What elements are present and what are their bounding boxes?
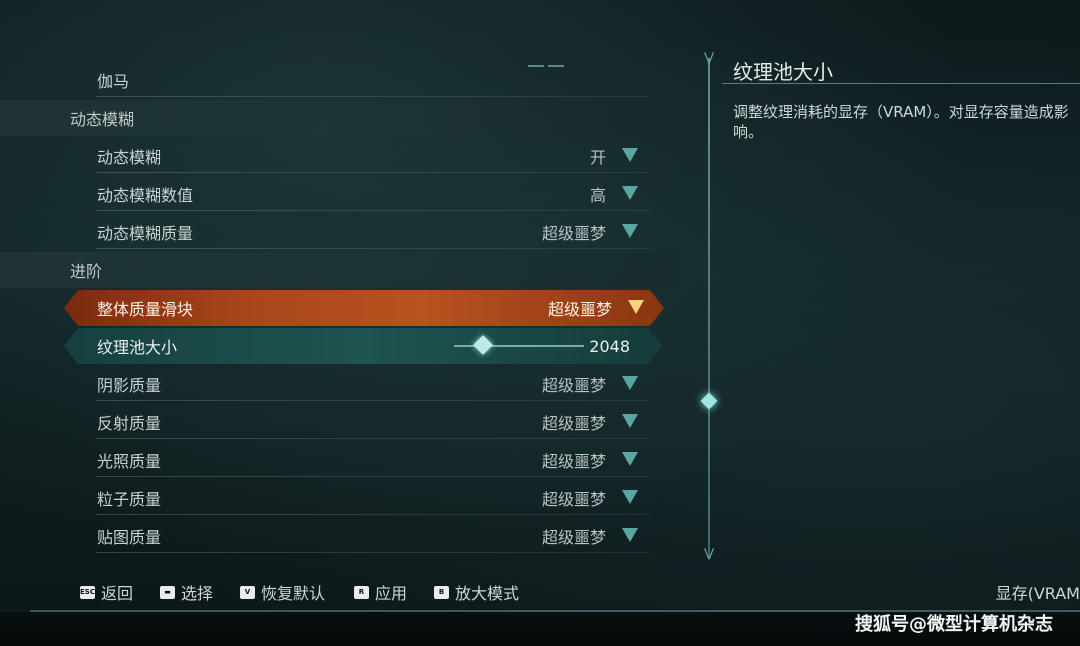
setting-value: 超级噩梦 (547, 300, 612, 319)
setting-row-motion-blur-amount[interactable]: 动态模糊数值 高 (60, 176, 660, 212)
dropdown-arrow-icon[interactable] (622, 186, 638, 200)
slider-handle[interactable] (473, 335, 493, 355)
vram-usage-label: 显存(VRAM (995, 584, 1080, 603)
scrollbar-thumb[interactable] (700, 392, 718, 410)
hint-apply[interactable]: R 应用 (354, 580, 407, 604)
dropdown-arrow-icon[interactable] (622, 490, 638, 504)
setting-label: 阴影质量 (97, 376, 162, 395)
hint-label: 应用 (375, 584, 408, 603)
setting-row-motion-blur-quality[interactable]: 动态模糊质量 超级噩梦 (60, 214, 660, 250)
section-label: 动态模糊 (70, 110, 135, 129)
setting-row-texture-pool-size[interactable]: 纹理池大小 2048 (64, 328, 662, 364)
b-key-icon: B (434, 585, 449, 599)
setting-row-reflection-quality[interactable]: 反射质量 超级噩梦 (60, 404, 660, 440)
section-header-advanced: 进阶 (0, 252, 680, 288)
hint-back[interactable]: ESC 返回 (80, 580, 133, 604)
detail-panel-title: 纹理池大小 (733, 60, 833, 84)
setting-value: 开 (589, 148, 606, 167)
panel-divider-scrollbar[interactable] (708, 58, 710, 558)
dropdown-arrow-icon[interactable] (622, 376, 638, 390)
setting-label: 贴图质量 (97, 528, 162, 547)
hint-label: 放大模式 (455, 584, 520, 603)
setting-value: 超级噩梦 (541, 490, 606, 509)
setting-row-lighting-quality[interactable]: 光照质量 超级噩梦 (60, 442, 660, 478)
setting-value: 超级噩梦 (541, 376, 606, 395)
setting-label: 反射质量 (97, 414, 162, 433)
setting-value: 超级噩梦 (541, 452, 606, 471)
setting-row-gamma[interactable]: 伽马 (60, 62, 660, 98)
setting-row-particle-quality[interactable]: 粒子质量 超级噩梦 (60, 480, 660, 516)
watermark-text: 搜狐号@微型计算机杂志 (855, 614, 1053, 635)
setting-row-texture-quality[interactable]: 贴图质量 超级噩梦 (60, 518, 660, 554)
setting-row-motion-blur[interactable]: 动态模糊 开 (60, 138, 660, 174)
setting-value: 高 (589, 186, 606, 205)
esc-key-icon: ESC (80, 585, 95, 599)
setting-label: 光照质量 (97, 452, 162, 471)
dropdown-arrow-icon[interactable] (622, 414, 638, 428)
dropdown-arrow-icon[interactable] (628, 300, 644, 314)
r-key-icon: R (354, 585, 369, 599)
setting-row-shadow-quality[interactable]: 阴影质量 超级噩梦 (60, 366, 660, 402)
dropdown-arrow-icon[interactable] (622, 452, 638, 466)
hint-label: 恢复默认 (261, 584, 326, 603)
v-key-icon: V (240, 585, 255, 599)
title-underline (722, 83, 1080, 84)
hint-zoom-mode[interactable]: B 放大模式 (434, 580, 519, 604)
slider-value: 2048 (589, 336, 630, 356)
hint-restore-default[interactable]: V 恢复默认 (240, 580, 325, 604)
setting-label: 动态模糊数值 (97, 186, 194, 205)
scroll-position-indicator (528, 52, 568, 67)
setting-value: 超级噩梦 (541, 528, 606, 547)
setting-value: 超级噩梦 (541, 414, 606, 433)
setting-row-overall-quality[interactable]: 整体质量滑块 超级噩梦 (64, 290, 664, 326)
footer-hint-bar: ESC 返回 ▬ 选择 V 恢复默认 R 应用 B 放大模式 显存(VRAM (0, 570, 1080, 610)
setting-value: 超级噩梦 (541, 224, 606, 243)
section-label: 进阶 (70, 262, 103, 281)
setting-label: 粒子质量 (97, 490, 162, 509)
dropdown-arrow-icon[interactable] (622, 148, 638, 162)
hint-label: 返回 (101, 584, 134, 603)
detail-panel-description: 调整纹理消耗的显存（VRAM）。对显存容量造成影响。 (733, 103, 1069, 141)
setting-label: 动态模糊 (97, 148, 162, 167)
setting-label: 伽马 (97, 72, 130, 91)
divider-cap-bottom-icon: ⋁ (704, 546, 714, 560)
setting-label: 动态模糊质量 (97, 224, 194, 243)
setting-label: 纹理池大小 (97, 338, 178, 357)
section-header-motion-blur: 动态模糊 (0, 100, 680, 136)
hint-select[interactable]: ▬ 选择 (160, 580, 213, 604)
dropdown-arrow-icon[interactable] (622, 528, 638, 542)
dropdown-arrow-icon[interactable] (622, 224, 638, 238)
space-key-icon: ▬ (160, 585, 175, 599)
setting-label: 整体质量滑块 (97, 300, 194, 319)
hint-label: 选择 (181, 584, 214, 603)
